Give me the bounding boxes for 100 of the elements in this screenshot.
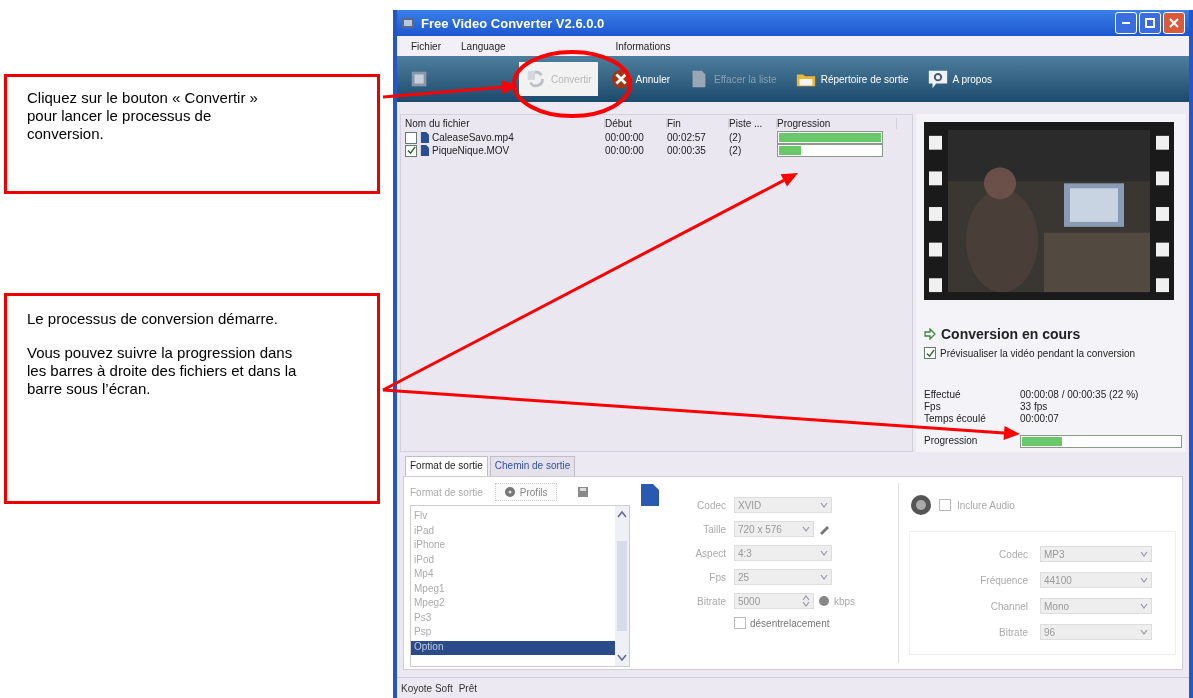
checkbox-label: Prévisualiser la vidéo pendant la conversion (940, 347, 1136, 359)
caret-icon (1140, 603, 1148, 609)
checkbox[interactable] (939, 499, 951, 511)
disc-icon (818, 595, 830, 607)
dropdown[interactable]: 25 (734, 569, 832, 585)
stat-value: 33 fps (1020, 401, 1049, 412)
dropdown[interactable]: 720 x 576 (734, 521, 814, 537)
minimize-icon (1122, 22, 1130, 24)
stat-value: 00:00:08 / 00:00:35 (22 %) (1020, 389, 1140, 400)
spin-arrows-icon[interactable] (802, 595, 810, 607)
profiles-button[interactable]: Profils (494, 483, 557, 501)
toolbar-button[interactable]: Répertoire de sortie (788, 62, 915, 96)
caret-icon (820, 550, 828, 556)
stat-label: Effectué (924, 389, 962, 400)
list-item[interactable]: iPhone (411, 539, 615, 554)
column-header[interactable]: Fin (667, 117, 729, 129)
checkbox[interactable] (405, 131, 417, 144)
caret-icon (820, 574, 828, 580)
file-icon (420, 132, 429, 143)
caret-icon (1140, 551, 1148, 557)
stat-label: Progression (924, 435, 979, 448)
menu-item[interactable]: Fichier (411, 40, 441, 52)
dropdown[interactable]: Mono (1040, 598, 1152, 614)
checkbox[interactable] (405, 144, 417, 157)
dropdown[interactable]: XVID (734, 497, 832, 513)
toolbar-button[interactable]: Annuler (603, 62, 677, 96)
field-label: Bitrate (998, 626, 1028, 638)
window-title: Free Video Converter V2.6.0.0 (421, 15, 606, 31)
field-label: Codec (696, 499, 726, 511)
unit-label: kbps (834, 595, 856, 607)
speech-bubble-icon (926, 68, 949, 90)
tab[interactable]: Format de sortie (405, 456, 488, 476)
file-name: PiqueNique.MOV (432, 145, 510, 156)
arrow-icon (924, 328, 936, 340)
tab[interactable]: Chemin de sortie (489, 456, 576, 476)
minimize-button[interactable] (1115, 12, 1137, 34)
column-header[interactable]: Début (605, 117, 667, 129)
file-name: CaleaseSavo.mp4 (432, 132, 514, 143)
stat-value: 00:00:07 (1020, 413, 1060, 424)
maximize-button[interactable] (1139, 12, 1161, 34)
dropdown[interactable]: MP3 (1040, 546, 1152, 562)
list-item[interactable]: Mp4 (411, 568, 615, 583)
caret-icon (1140, 629, 1148, 635)
status-text: Prêt (458, 682, 478, 694)
checkbox-label: désentrelacement (750, 617, 830, 629)
dropdown[interactable]: 44100 (1040, 572, 1152, 588)
list-item[interactable]: Mpeg2 (411, 597, 615, 612)
dropdown[interactable]: 5000 (734, 593, 814, 609)
list-item[interactable]: Option (411, 640, 615, 655)
column-header[interactable]: Piste ... (729, 117, 777, 129)
stat-label: Fps (924, 401, 942, 412)
file-icon (420, 145, 429, 156)
close-icon (1169, 18, 1179, 28)
table-cell-text: (2) (729, 145, 743, 156)
column-header[interactable]: Nom du fichier (405, 117, 605, 129)
menu-item[interactable]: Informations (615, 40, 671, 52)
field-label: Aspect (694, 547, 726, 559)
table-cell-text: 00:02:57 (667, 132, 707, 143)
field-label: Channel (989, 600, 1028, 612)
list-item[interactable]: Ps3 (411, 611, 615, 626)
speaker-icon (909, 493, 933, 517)
save-icon[interactable] (576, 486, 589, 498)
close-button[interactable] (1163, 12, 1185, 34)
caret-icon (802, 526, 810, 532)
pencil-icon[interactable] (818, 523, 830, 535)
checkbox[interactable] (924, 347, 936, 359)
document-icon (640, 483, 660, 507)
disc-icon (503, 486, 516, 498)
list-item[interactable]: Mpeg1 (411, 582, 615, 597)
dropdown[interactable]: 96 (1040, 624, 1152, 640)
table-cell-text: 00:00:00 (605, 145, 645, 156)
table-cell-text: (2) (729, 132, 743, 143)
scrollbar[interactable] (615, 506, 629, 666)
conversion-status: Conversion en cours (941, 326, 1081, 342)
list-item[interactable]: iPad (411, 524, 615, 539)
status-text: Koyote Soft (401, 682, 453, 694)
field-label: Fréquence (979, 574, 1028, 586)
column-header[interactable]: Progression (777, 117, 897, 129)
field-label: Codec (998, 548, 1028, 560)
caret-icon (820, 502, 828, 508)
cycle-arrows-icon (525, 68, 547, 90)
field-label: Taille (702, 523, 726, 535)
list-item[interactable]: iPod (411, 553, 615, 568)
list-item[interactable]: Psp (411, 626, 615, 641)
field-label: Format de sortie (410, 486, 483, 498)
menu-item[interactable]: Language (461, 40, 506, 52)
toolbar-button[interactable]: A propos (920, 62, 998, 96)
checkbox[interactable] (734, 617, 746, 629)
dropdown[interactable]: 4:3 (734, 545, 832, 561)
callout-text: Cliquez sur le bouton « Convertir » pour lancer le processus de conversion. (27, 89, 259, 143)
callout-text: Le processus de conversion démarre. (27, 310, 279, 328)
list-item[interactable]: Flv (411, 510, 615, 525)
field-label: Bitrate (696, 595, 726, 607)
caret-icon (1140, 577, 1148, 583)
callout-text: Vous pouvez suivre la progression dans les barres à droite des fichiers et dans la barre sous l’écran. (27, 344, 298, 398)
table-cell-text: 00:00:35 (667, 145, 707, 156)
table-cell-text: 00:00:00 (605, 132, 645, 143)
stat-label: Temps écoulé (924, 413, 987, 424)
field-label: Fps (708, 571, 726, 583)
checkbox-label: Inclure Audio (957, 499, 1015, 511)
